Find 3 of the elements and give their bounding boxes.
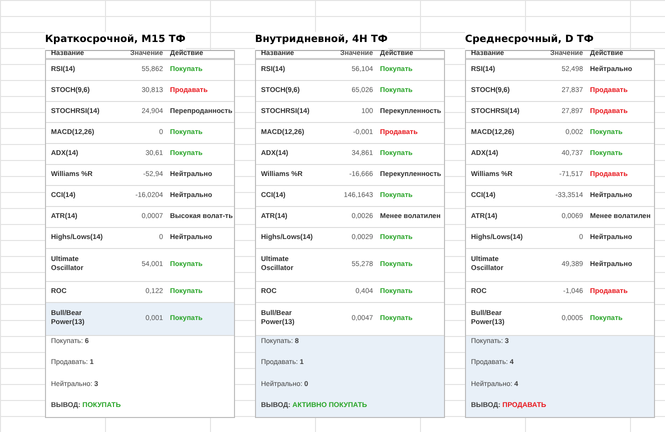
panel-title: Среднесрочный, D ТФ: [465, 32, 594, 50]
panel-title: Краткосрочной, M15 ТФ: [45, 32, 186, 50]
panel-title: Внутридневной, 4H ТФ: [255, 32, 388, 50]
